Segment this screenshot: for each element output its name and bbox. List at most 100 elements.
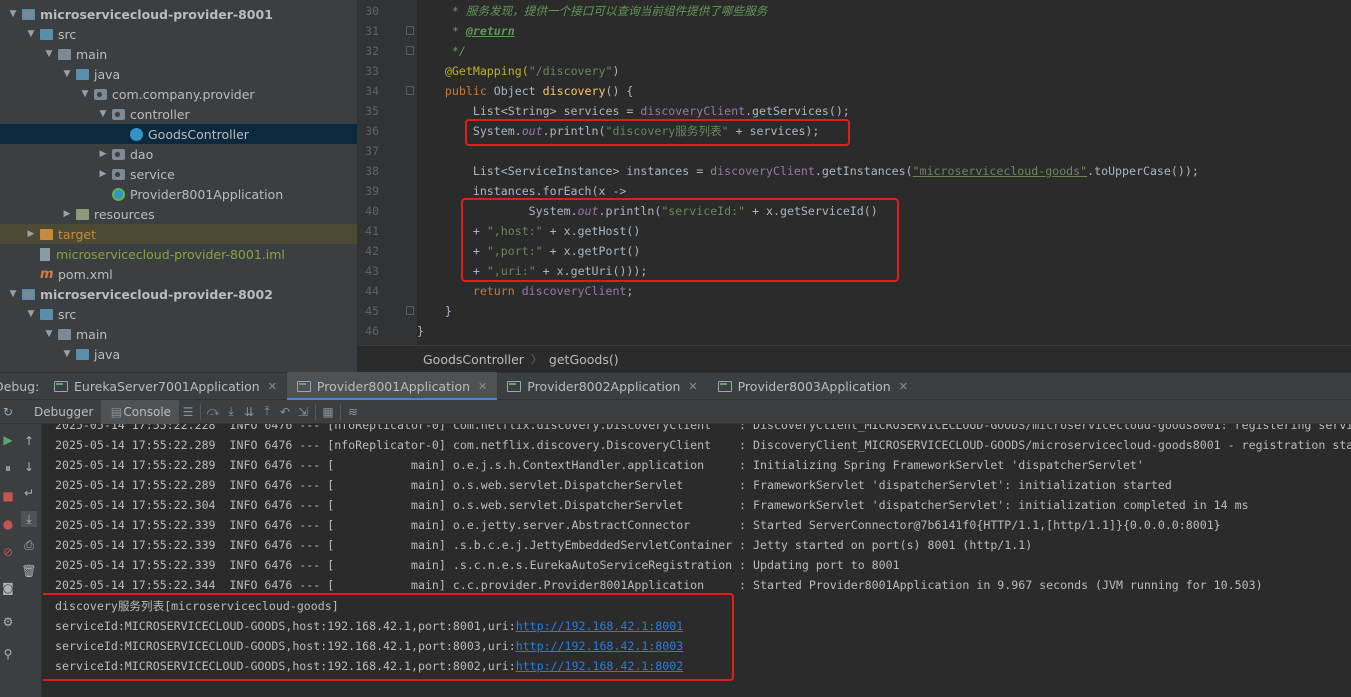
tree-item[interactable]: ▶ resources [0, 204, 357, 224]
line-number: 46 [365, 324, 379, 338]
close-icon[interactable]: ✕ [268, 380, 277, 393]
line-number: 45 [365, 304, 379, 318]
step-into-icon[interactable]: ⤓ [222, 400, 240, 424]
tree-item[interactable]: microservicecloud-provider-8001.iml [0, 244, 357, 264]
tree-item[interactable]: ▼ src [0, 304, 357, 324]
code-line-33: @GetMapping("/discovery") [417, 64, 620, 78]
settings-icon[interactable]: ⚙ [0, 614, 16, 630]
tree-item-label: GoodsController [148, 126, 249, 142]
source-folder-icon [40, 308, 53, 320]
breadcrumb: GoodsController 〉 getGoods() [357, 345, 1351, 372]
clear-all-icon[interactable]: 🗑 [21, 563, 37, 579]
tree-item[interactable]: ▶ target [0, 224, 357, 244]
pin-icon[interactable]: ⚲ [0, 646, 16, 662]
run-to-cursor-icon[interactable]: ⇲ [294, 400, 312, 424]
debug-tab-bar: Debug: EurekaServer7001Application ✕ Pro… [0, 372, 1351, 401]
breadcrumb-class[interactable]: GoodsController [423, 352, 524, 367]
excluded-folder-icon [40, 228, 53, 240]
camera-icon[interactable]: ◙ [0, 580, 16, 596]
chevron-down-icon[interactable]: ▼ [26, 29, 36, 39]
chevron-down-icon[interactable]: ▼ [98, 109, 108, 119]
log-line: 2025-05-14 17:55:22.289 INFO 6476 --- [ … [55, 478, 1172, 492]
resume-icon[interactable]: ▶ [0, 432, 16, 448]
close-icon[interactable]: ✕ [899, 380, 908, 393]
tree-item[interactable]: ▼ java [0, 344, 357, 364]
scroll-down-icon[interactable]: ↓ [21, 459, 37, 475]
tree-item[interactable]: ▼ src [0, 24, 357, 44]
tree-item[interactable]: ▼ java [0, 64, 357, 84]
chevron-down-icon[interactable]: ▼ [80, 89, 90, 99]
chevron-down-icon[interactable]: ▼ [44, 49, 54, 59]
trace-icon[interactable]: ≋ [344, 400, 362, 424]
drop-frame-icon[interactable]: ↶ [276, 400, 294, 424]
soft-wrap-icon[interactable]: ↵ [21, 485, 37, 501]
chevron-down-icon[interactable]: ▼ [8, 9, 18, 19]
evaluate-icon[interactable]: ▦ [319, 400, 337, 424]
tree-item-label: dao [130, 146, 154, 162]
debug-tab-provider8003[interactable]: Provider8003Application ✕ [708, 372, 918, 400]
chevron-down-icon[interactable]: ▼ [26, 309, 36, 319]
chevron-right-icon[interactable]: ▶ [62, 209, 72, 219]
tree-item[interactable]: GoodsController [0, 124, 357, 144]
package-icon [112, 168, 125, 180]
tree-item-label: src [58, 26, 77, 42]
package-icon [112, 148, 125, 160]
debug-tab-provider8002[interactable]: Provider8002Application ✕ [497, 372, 707, 400]
line-number: 35 [365, 104, 379, 118]
tree-item[interactable]: ▼ com.company.provider [0, 84, 357, 104]
line-number: 42 [365, 244, 379, 258]
fold-marker-icon[interactable] [406, 306, 414, 315]
rerun-icon[interactable]: ↻ [0, 400, 16, 424]
tree-item[interactable]: ▶ dao [0, 144, 357, 164]
tree-item[interactable]: m pom.xml [0, 264, 357, 284]
highlight-box-foreach [461, 198, 899, 282]
console-icon: ▤ [110, 404, 123, 419]
step-over-icon[interactable]: ⤼ [204, 400, 222, 424]
console-tab[interactable]: ▤ Console [101, 399, 180, 424]
print-icon[interactable]: ⎙ [21, 537, 37, 553]
fold-marker-icon[interactable] [406, 26, 414, 35]
chevron-right-icon[interactable]: ▶ [26, 229, 36, 239]
debug-tab-provider8001[interactable]: Provider8001Application ✕ [286, 372, 498, 401]
chevron-down-icon[interactable]: ▼ [62, 349, 72, 359]
close-icon[interactable]: ✕ [478, 380, 487, 393]
console-tab-label: Console [123, 404, 172, 419]
force-step-into-icon[interactable]: ⇊ [240, 400, 258, 424]
scroll-up-icon[interactable]: ↑ [21, 433, 37, 449]
tree-item[interactable]: ▶ service [0, 164, 357, 184]
code-line-38: List<ServiceInstance> instances = discov… [417, 164, 1199, 178]
debugger-tab[interactable]: Debugger [26, 400, 101, 424]
chevron-down-icon[interactable]: ▼ [8, 289, 18, 299]
tree-item[interactable]: ▼ microservicecloud-provider-8002 [0, 284, 357, 304]
breadcrumb-method[interactable]: getGoods() [549, 352, 619, 367]
tree-item[interactable]: ▼ microservicecloud-provider-8001 [0, 4, 357, 24]
tree-item[interactable]: ▼ main [0, 44, 357, 64]
chevron-right-icon[interactable]: ▶ [98, 149, 108, 159]
fold-marker-icon[interactable] [406, 86, 414, 95]
pause-icon[interactable]: ⏸ [0, 460, 16, 476]
scroll-to-end-icon[interactable]: ⤓ [21, 511, 37, 527]
view-breakpoints-icon[interactable]: ● [0, 516, 16, 532]
tree-item-label: microservicecloud-provider-8001.iml [56, 246, 285, 262]
chevron-down-icon[interactable]: ▼ [62, 69, 72, 79]
log-line: 2025-05-14 17:55:22.339 INFO 6476 --- [ … [55, 538, 1033, 552]
console-output[interactable]: 2025-05-14 17:55:22.228 INFO 6476 --- [n… [43, 424, 1351, 697]
tree-item-label: Provider8001Application [130, 186, 284, 202]
close-icon[interactable]: ✕ [688, 380, 697, 393]
stop-icon[interactable]: ■ [0, 488, 16, 504]
code-editor[interactable]: * 服务发现，提供一个接口可以查询当前组件提供了哪些服务 * @return *… [417, 0, 1351, 345]
tree-item[interactable]: ▼ controller [0, 104, 357, 124]
source-folder-icon [76, 348, 89, 360]
fold-marker-icon[interactable] [406, 46, 414, 55]
tree-item[interactable]: ▼ main [0, 324, 357, 344]
tree-item[interactable]: Provider8001Application [0, 184, 357, 204]
chevron-right-icon[interactable]: ▶ [98, 169, 108, 179]
line-number: 43 [365, 264, 379, 278]
menu-icon[interactable]: ☰ [179, 400, 197, 424]
line-number: 37 [365, 144, 379, 158]
step-out-icon[interactable]: ⤒ [258, 400, 276, 424]
debug-tab-eureka[interactable]: EurekaServer7001Application ✕ [42, 372, 287, 400]
mute-breakpoints-icon[interactable]: ⊘ [0, 544, 16, 560]
chevron-down-icon[interactable]: ▼ [44, 329, 54, 339]
line-number: 40 [365, 204, 379, 218]
